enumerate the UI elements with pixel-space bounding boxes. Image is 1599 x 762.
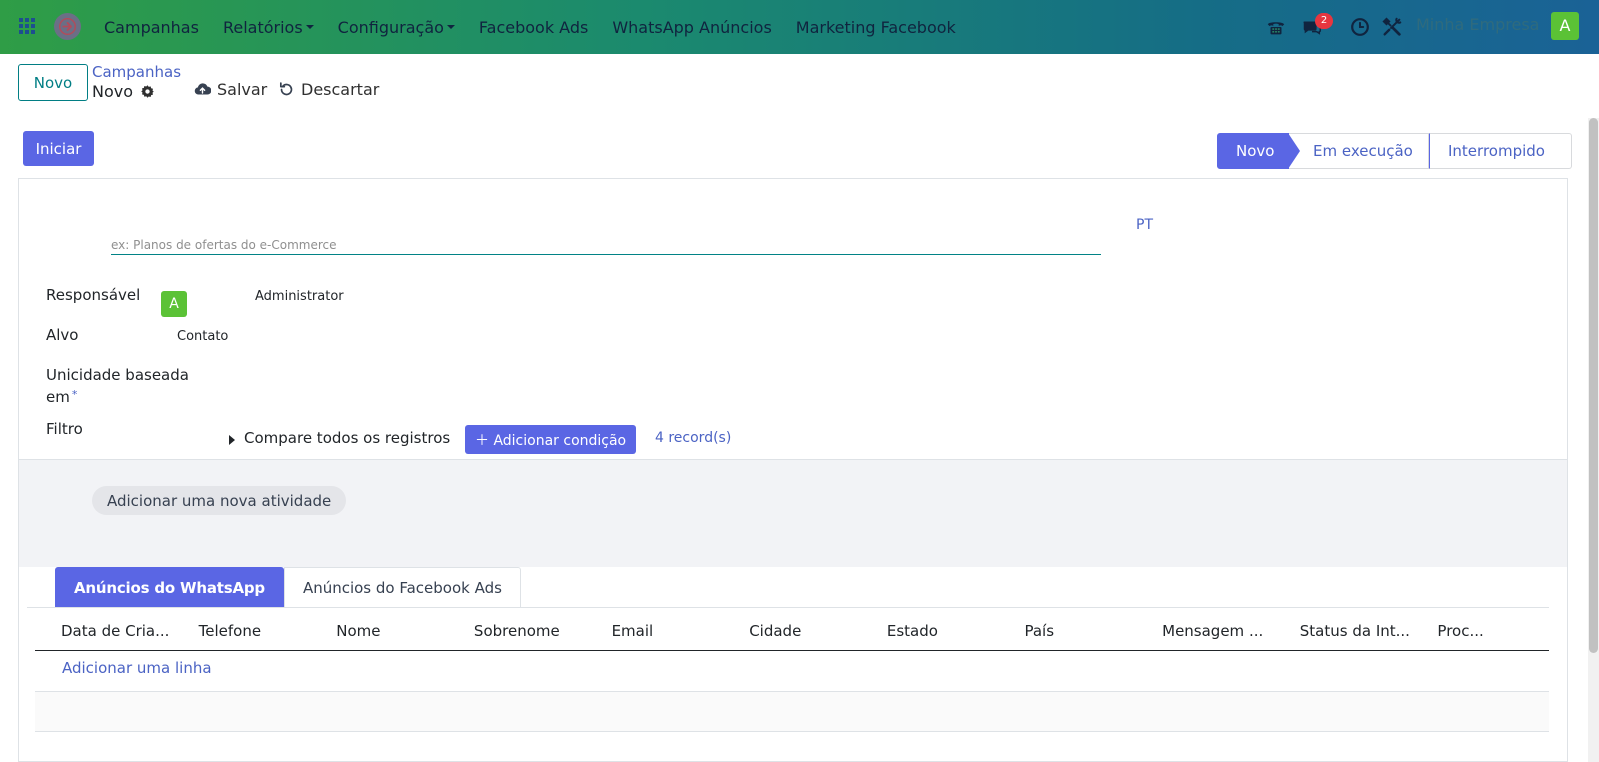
table-header: Data de Cria... Telefone Nome Sobrenome … [35, 611, 1549, 651]
gear-icon[interactable] [140, 84, 155, 99]
messages-badge: 2 [1315, 13, 1333, 29]
activity-area: Adicionar uma nova atividade [19, 459, 1567, 567]
breadcrumb-campanhas[interactable]: Campanhas [92, 63, 181, 81]
stage-interrompido[interactable]: Interrompido [1429, 133, 1572, 169]
record-count-link[interactable]: 4 record(s) [655, 430, 731, 446]
column-header[interactable]: Cidade [723, 611, 861, 651]
menu-whatsapp-anuncios[interactable]: WhatsApp Anúncios [612, 18, 771, 37]
alvo-label: Alvo [46, 326, 79, 344]
discard-label: Descartar [301, 80, 380, 99]
table-row [35, 692, 1549, 732]
menu-relatorios[interactable]: Relatórios [223, 18, 314, 37]
cloud-upload-icon [194, 83, 211, 95]
tools-icon[interactable] [1381, 16, 1403, 38]
column-header[interactable]: Proc... [1411, 611, 1549, 651]
column-header[interactable]: Sobrenome [448, 611, 586, 651]
column-header[interactable]: Email [586, 611, 724, 651]
save-button[interactable]: Salvar [194, 80, 267, 99]
stage-em-execucao[interactable]: Em execução [1289, 133, 1429, 169]
scrollbar-thumb[interactable] [1589, 118, 1598, 653]
clock-icon[interactable] [1349, 16, 1371, 38]
discard-button[interactable]: Descartar [278, 80, 379, 99]
tab-facebook-ads[interactable]: Anúncios do Facebook Ads [283, 567, 521, 608]
company-switcher[interactable]: Minha Empresa [1416, 15, 1539, 34]
column-header[interactable]: Estado [861, 611, 999, 651]
campaign-name-input[interactable] [111, 235, 1101, 255]
column-header[interactable]: Data de Cria... [35, 611, 173, 651]
add-condition-button[interactable]: ＋ Adicionar condição [465, 425, 637, 454]
notebook-tabs: Anúncios do WhatsApp Anúncios do Faceboo… [55, 567, 521, 608]
column-header[interactable]: Status da Int... [1274, 611, 1412, 651]
add-condition-label: Adicionar condição [493, 432, 627, 449]
column-header[interactable]: Telefone [173, 611, 311, 651]
caret-right-icon[interactable] [229, 435, 235, 445]
main-menu: Campanhas Relatórios Configuração Facebo… [104, 0, 980, 54]
menu-facebook-ads[interactable]: Facebook Ads [479, 18, 588, 37]
caret-down-icon [305, 25, 314, 29]
menu-campanhas[interactable]: Campanhas [104, 18, 199, 37]
top-navbar: Campanhas Relatórios Configuração Facebo… [0, 0, 1599, 54]
caret-down-icon [446, 25, 455, 29]
filter-summary[interactable]: Compare todos os registros [244, 429, 450, 447]
column-header[interactable]: Mensagem ... [1136, 611, 1274, 651]
alvo-field[interactable]: Contato [177, 329, 228, 344]
undo-icon [279, 82, 293, 96]
status-bar: Novo Em execução Interrompido [1217, 133, 1572, 169]
menu-marketing-facebook[interactable]: Marketing Facebook [796, 18, 956, 37]
responsavel-field[interactable]: Administrator [255, 289, 344, 304]
tabs-divider [27, 607, 1549, 608]
unicidade-label-cont: em * [46, 388, 78, 406]
tab-whatsapp-ads[interactable]: Anúncios do WhatsApp [55, 567, 284, 608]
new-button[interactable]: Novo [18, 64, 88, 101]
language-toggle[interactable]: PT [1136, 217, 1153, 233]
responsavel-avatar: A [161, 291, 187, 317]
add-activity-button[interactable]: Adicionar uma nova atividade [92, 486, 347, 515]
unicidade-label: Unicidade baseada [46, 366, 189, 384]
menu-configuracao[interactable]: Configuração [338, 18, 455, 37]
responsavel-label: Responsável [46, 286, 141, 304]
breadcrumb-current: Novo [92, 82, 134, 101]
filtro-label: Filtro [46, 420, 83, 438]
apps-grid-icon[interactable] [19, 18, 35, 34]
save-label: Salvar [217, 80, 268, 99]
start-button[interactable]: Iniciar [23, 131, 94, 166]
user-avatar[interactable]: A [1551, 12, 1579, 40]
brand-arrow-icon[interactable] [54, 13, 81, 40]
page-scrollbar[interactable] [1588, 118, 1599, 762]
column-header[interactable]: Nome [310, 611, 448, 651]
phone-icon[interactable] [1265, 16, 1287, 38]
required-mark: * [71, 388, 78, 401]
stage-novo[interactable]: Novo [1217, 133, 1300, 169]
column-header[interactable]: País [998, 611, 1136, 651]
form-sheet: PT Responsável A Administrator Alvo Cont… [18, 178, 1568, 762]
add-line-link[interactable]: Adicionar uma linha [62, 659, 212, 677]
